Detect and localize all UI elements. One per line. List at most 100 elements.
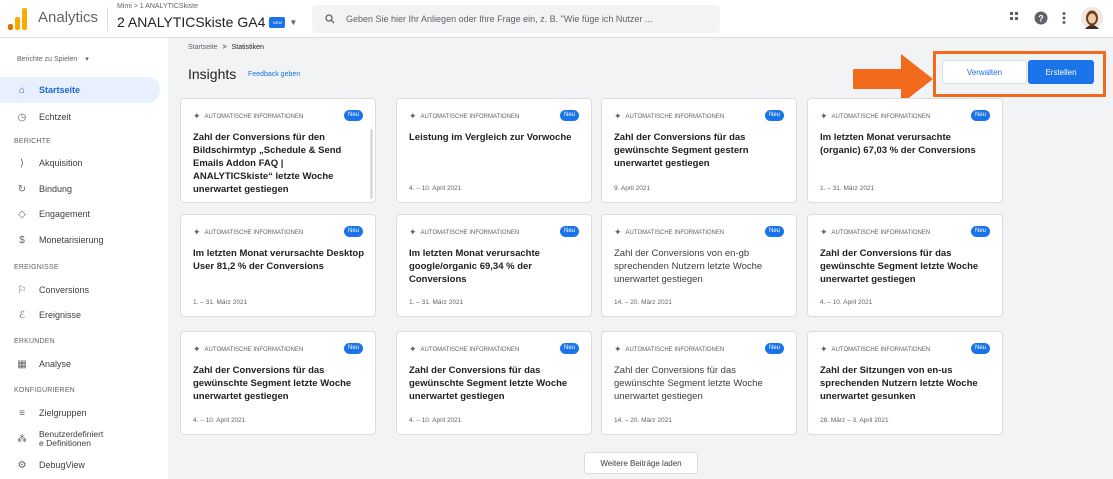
manage-button[interactable]: Verwalten	[942, 60, 1027, 84]
chevron-down-icon: ▼	[289, 17, 298, 27]
monetization-icon: $	[19, 234, 25, 246]
audiences-icon: ≡	[19, 407, 25, 419]
card-header: ✦ AUTOMATISCHE INFORMATIONEN	[193, 227, 303, 238]
card-header: ✦ AUTOMATISCHE INFORMATIONEN	[614, 344, 724, 355]
orange-arrow-annotation	[853, 54, 933, 104]
card-header: ✦ AUTOMATISCHE INFORMATIONEN	[193, 111, 303, 122]
apps-icon[interactable]	[1009, 11, 1023, 25]
report-collection-dropdown[interactable]: Berichte zu Spielen ▾	[17, 55, 89, 63]
card-header: ✦ AUTOMATISCHE INFORMATIONEN	[193, 344, 303, 355]
card-header: ✦ AUTOMATISCHE INFORMATIONEN	[409, 111, 519, 122]
insight-card[interactable]: ✦ AUTOMATISCHE INFORMATIONEN Neu Zahl der C…	[180, 331, 376, 435]
card-header-label: AUTOMATISCHE INFORMATIONEN	[625, 113, 725, 120]
property-name: 2 ANALYTICSkiste GA4	[117, 14, 266, 30]
new-badge: Neu	[559, 343, 579, 354]
search-placeholder: Geben Sie hier Ihr Anliegen oder Ihre Fr…	[346, 14, 653, 24]
new-badge: Neu	[764, 110, 784, 121]
analytics-logo[interactable]	[8, 8, 28, 30]
card-header: ✦ AUTOMATISCHE INFORMATIONEN	[820, 227, 930, 238]
card-date: 4. – 10. April 2021	[193, 417, 246, 424]
sidebar: Berichte zu Spielen ▾ ⌂ Startseite ◷ Echtz…	[0, 38, 168, 479]
sidebar-item-akquisition[interactable]: ⟩ Akquisition	[0, 150, 160, 176]
card-date: 4. – 10. April 2021	[409, 417, 462, 424]
sidebar-item-zielgruppen[interactable]: ≡ Zielgruppen	[0, 400, 160, 426]
card-header: ✦ AUTOMATISCHE INFORMATIONEN	[820, 111, 930, 122]
card-title: Zahl der Conversions für den Bildschirmt…	[193, 132, 342, 195]
insight-card[interactable]: ✦ AUTOMATISCHE INFORMATIONEN Neu Zahl der C…	[601, 331, 797, 435]
breadcrumb-separator: >	[222, 44, 227, 51]
card-header-label: AUTOMATISCHE INFORMATIONEN	[831, 346, 931, 353]
sparkle-icon: ✦	[820, 227, 828, 237]
sidebar-item-monetarisierung[interactable]: $ Monetarisierung	[0, 227, 160, 253]
feedback-link[interactable]: Feedback geben	[248, 71, 300, 78]
section-title: ERKUNDEN	[14, 338, 55, 345]
card-date: 9. April 2021	[614, 185, 651, 192]
card-header-label: AUTOMATISCHE INFORMATIONEN	[420, 113, 520, 120]
card-title: Zahl der Conversions für das gewünschte …	[614, 365, 763, 402]
card-header-label: AUTOMATISCHE INFORMATIONEN	[831, 113, 931, 120]
engagement-icon: ◇	[18, 208, 26, 220]
sidebar-item-startseite[interactable]: ⌂ Startseite	[0, 77, 160, 103]
insight-card[interactable]: ✦ AUTOMATISCHE INFORMATIONEN Neu Im letzten…	[807, 98, 1003, 203]
card-header: ✦ AUTOMATISCHE INFORMATIONEN	[614, 111, 724, 122]
sidebar-item-ereignisse[interactable]: ℰ Ereignisse	[0, 302, 160, 328]
new-badge: Neu	[764, 343, 784, 354]
sidebar-item-echtzeit[interactable]: ◷ Echtzeit	[0, 104, 160, 130]
card-date: 4. – 10. April 2021	[409, 185, 462, 192]
card-date: 1. – 31. März 2021	[409, 299, 464, 306]
new-badge: Neu	[970, 110, 990, 121]
new-badge: Neu	[764, 226, 784, 237]
insight-card[interactable]: ✦ AUTOMATISCHE INFORMATIONEN Neu Leistung i…	[396, 98, 592, 203]
new-badge: Neu	[970, 226, 990, 237]
analysis-icon: ▦	[17, 358, 27, 370]
breadcrumb: Startseite > Statistiken	[188, 44, 264, 51]
new-badge: Neu	[559, 226, 579, 237]
sidebar-item-analyse[interactable]: ▦ Analyse	[0, 351, 160, 377]
insight-card[interactable]: ✦ AUTOMATISCHE INFORMATIONEN Neu Im letzten…	[180, 214, 376, 317]
sidebar-item-conversions[interactable]: ⚐ Conversions	[0, 277, 160, 303]
load-more-button[interactable]: Weitere Beiträge laden	[584, 452, 698, 474]
card-header-label: AUTOMATISCHE INFORMATIONEN	[204, 346, 304, 353]
insight-card[interactable]: ✦ AUTOMATISCHE INFORMATIONEN Neu Zahl der C…	[601, 214, 797, 317]
insight-card[interactable]: ✦ AUTOMATISCHE INFORMATIONEN Neu Zahl der C…	[180, 98, 376, 203]
sparkle-icon: ✦	[193, 344, 201, 354]
insight-card[interactable]: ✦ AUTOMATISCHE INFORMATIONEN Neu Im letzten…	[396, 214, 592, 317]
insight-card[interactable]: ✦ AUTOMATISCHE INFORMATIONEN Neu Zahl der C…	[807, 214, 1003, 317]
insight-card[interactable]: ✦ AUTOMATISCHE INFORMATIONEN Neu Zahl der C…	[396, 331, 592, 435]
sidebar-item-engagement[interactable]: ◇ Engagement	[0, 201, 160, 227]
property-selector[interactable]: 2 ANALYTICSkiste GA4 NEW ▼	[117, 14, 297, 30]
svg-text:?: ?	[1038, 14, 1044, 24]
property-badge: NEW	[269, 16, 286, 28]
insight-card[interactable]: ✦ AUTOMATISCHE INFORMATIONEN Neu Zahl der S…	[807, 331, 1003, 435]
more-vert-icon[interactable]	[1060, 11, 1068, 25]
home-icon: ⌂	[18, 84, 26, 96]
insight-card[interactable]: ✦ AUTOMATISCHE INFORMATIONEN Neu Zahl der C…	[601, 98, 797, 203]
sparkle-icon: ✦	[409, 227, 417, 237]
card-header-label: AUTOMATISCHE INFORMATIONEN	[831, 229, 931, 236]
clock-icon: ◷	[17, 111, 27, 123]
sidebar-item-bindung[interactable]: ↻ Bindung	[0, 176, 160, 202]
card-date: 28. März – 3. April 2021	[820, 417, 889, 424]
sidebar-item-benutzerdefinierte-definitionen[interactable]: ⁂ Benutzerdefiniert e Definitionen	[0, 426, 160, 452]
card-header: ✦ AUTOMATISCHE INFORMATIONEN	[820, 344, 930, 355]
card-header-label: AUTOMATISCHE INFORMATIONEN	[204, 229, 304, 236]
retention-icon: ↻	[17, 183, 27, 195]
breadcrumb-home[interactable]: Startseite	[188, 44, 218, 51]
breadcrumb-current: Statistiken	[231, 44, 264, 51]
card-header: ✦ AUTOMATISCHE INFORMATIONEN	[409, 227, 519, 238]
new-badge: Neu	[343, 343, 363, 354]
card-title: Zahl der Sitzungen von en-us sprechenden…	[820, 365, 978, 402]
help-icon[interactable]: ?	[1034, 11, 1048, 25]
new-badge: Neu	[970, 343, 990, 354]
new-badge: Neu	[559, 110, 579, 121]
card-scrollbar[interactable]	[370, 129, 373, 199]
avatar[interactable]	[1081, 7, 1103, 29]
sparkle-icon: ✦	[614, 111, 622, 121]
card-header-label: AUTOMATISCHE INFORMATIONEN	[420, 346, 520, 353]
sidebar-item-debugview[interactable]: ⚙ DebugView	[0, 452, 160, 478]
card-header: ✦ AUTOMATISCHE INFORMATIONEN	[614, 227, 724, 238]
account-path[interactable]: Mimi > 1 ANALYTICSkiste	[117, 3, 198, 10]
search-input[interactable]: Geben Sie hier Ihr Anliegen oder Ihre Fr…	[312, 5, 720, 33]
sparkle-icon: ✦	[193, 111, 201, 121]
create-button[interactable]: Erstellen	[1028, 60, 1094, 84]
